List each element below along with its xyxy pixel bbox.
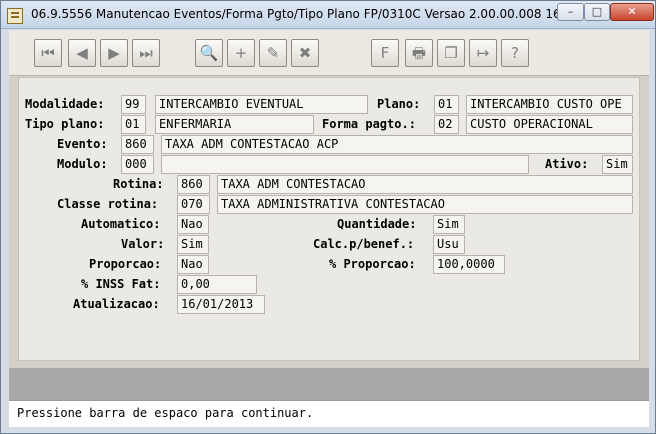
evento-desc-field: TAXA ADM CONTESTACAO ACP xyxy=(161,135,633,154)
help-button[interactable]: ? xyxy=(501,39,529,67)
toolbar: ⏮ ◀ ▶ ⏭ 🔍 + ✎ ✖ F 🖶 ❐ ↦ ? xyxy=(9,30,649,76)
app-icon xyxy=(7,8,23,24)
modalidade-label: Modalidade: xyxy=(25,97,105,111)
calc-benef-field[interactable]: Usu xyxy=(433,235,465,254)
ativo-label: Ativo: xyxy=(545,157,589,171)
status-message: Pressione barra de espaco para continuar… xyxy=(17,406,314,420)
tipo-plano-code-field[interactable]: 01 xyxy=(121,115,146,134)
minimize-button[interactable]: – xyxy=(557,3,584,21)
proporcao-field[interactable]: Nao xyxy=(177,255,209,274)
quantidade-field[interactable]: Sim xyxy=(433,215,465,234)
calc-benef-label: Calc.p/benef.: xyxy=(313,237,415,251)
app-window: 06.9.5556 Manutencao Eventos/Forma Pgto/… xyxy=(0,0,656,434)
pct-proporcao-label: % Proporcao: xyxy=(329,257,416,271)
evento-label: Evento: xyxy=(57,137,108,151)
forma-pagto-label: Forma pagto.: xyxy=(322,117,416,131)
window-title: 06.9.5556 Manutencao Eventos/Forma Pgto/… xyxy=(31,7,611,21)
plano-desc-field: INTERCAMBIO CUSTO OPE xyxy=(466,95,633,114)
rotina-desc-field: TAXA ADM CONTESTACAO xyxy=(217,175,633,194)
pct-inss-fat-label: % INSS Fat: xyxy=(81,277,161,291)
quantidade-label: Quantidade: xyxy=(337,217,417,231)
forma-pagto-desc-field: CUSTO OPERACIONAL xyxy=(466,115,633,134)
filter-button[interactable]: F xyxy=(371,39,399,67)
tipo-plano-desc-field: ENFERMARIA xyxy=(155,115,314,134)
atualizacao-field: 16/01/2013 xyxy=(177,295,265,314)
first-record-button[interactable]: ⏮ xyxy=(34,39,62,67)
title-bar[interactable]: 06.9.5556 Manutencao Eventos/Forma Pgto/… xyxy=(1,1,655,29)
client-area: ⏮ ◀ ▶ ⏭ 🔍 + ✎ ✖ F 🖶 ❐ ↦ ? Modalidade: 99… xyxy=(9,30,649,427)
automatico-label: Automatico: xyxy=(81,217,161,231)
proporcao-label: Proporcao: xyxy=(89,257,162,271)
tipo-plano-label: Tipo plano: xyxy=(25,117,105,131)
modulo-code-field[interactable]: 000 xyxy=(121,155,154,174)
form-panel: Modalidade: 99 INTERCAMBIO EVENTUAL Plan… xyxy=(18,77,640,361)
valor-field[interactable]: Sim xyxy=(177,235,209,254)
close-button[interactable]: ✕ xyxy=(610,3,654,21)
last-record-button[interactable]: ⏭ xyxy=(132,39,160,67)
ativo-field[interactable]: Sim xyxy=(602,155,633,174)
edit-button[interactable]: ✎ xyxy=(259,39,287,67)
modulo-desc-field xyxy=(161,155,529,174)
forma-pagto-code-field[interactable]: 02 xyxy=(434,115,459,134)
exit-button[interactable]: ↦ xyxy=(469,39,497,67)
plano-label: Plano: xyxy=(377,97,421,111)
plano-code-field[interactable]: 01 xyxy=(434,95,459,114)
valor-label: Valor: xyxy=(121,237,165,251)
pct-inss-fat-field[interactable]: 0,00 xyxy=(177,275,257,294)
rotina-code-field[interactable]: 860 xyxy=(177,175,210,194)
modalidade-code-field[interactable]: 99 xyxy=(121,95,146,114)
separator-band xyxy=(9,368,649,400)
modulo-label: Modulo: xyxy=(57,157,108,171)
status-bar: Pressione barra de espaco para continuar… xyxy=(9,400,649,427)
delete-button[interactable]: ✖ xyxy=(291,39,319,67)
maximize-button[interactable]: □ xyxy=(584,3,610,21)
classe-rotina-desc-field: TAXA ADMINISTRATIVA CONTESTACAO xyxy=(217,195,633,214)
next-record-button[interactable]: ▶ xyxy=(100,39,128,67)
atualizacao-label: Atualizacao: xyxy=(73,297,160,311)
search-button[interactable]: 🔍 xyxy=(195,39,223,67)
add-button[interactable]: + xyxy=(227,39,255,67)
classe-rotina-label: Classe rotina: xyxy=(57,197,159,211)
modalidade-desc-field: INTERCAMBIO EVENTUAL xyxy=(155,95,368,114)
previous-record-button[interactable]: ◀ xyxy=(68,39,96,67)
rotina-label: Rotina: xyxy=(113,177,164,191)
copy-button[interactable]: ❐ xyxy=(437,39,465,67)
evento-code-field[interactable]: 860 xyxy=(121,135,154,154)
automatico-field[interactable]: Nao xyxy=(177,215,209,234)
print-button[interactable]: 🖶 xyxy=(405,39,433,67)
pct-proporcao-field[interactable]: 100,0000 xyxy=(433,255,505,274)
classe-rotina-code-field[interactable]: 070 xyxy=(177,195,210,214)
